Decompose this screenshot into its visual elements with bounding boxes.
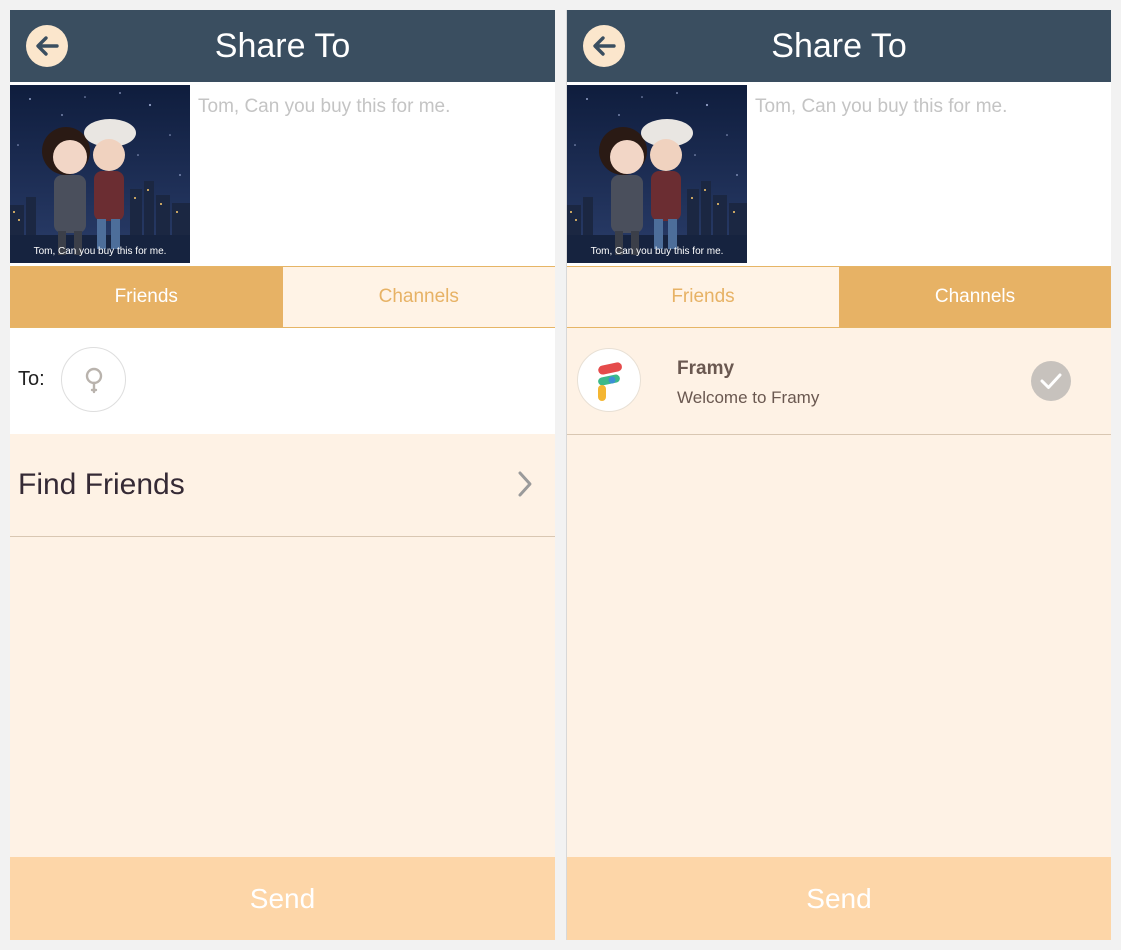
avatar-scene-image [567, 85, 747, 263]
send-button[interactable]: Send [567, 857, 1111, 940]
preview-thumbnail[interactable]: Tom, Can you buy this for me. [567, 85, 747, 263]
share-tabs: Friends Channels [567, 266, 1111, 328]
tab-channels[interactable]: Channels [839, 267, 1111, 327]
thumbnail-caption: Tom, Can you buy this for me. [590, 246, 724, 257]
back-arrow-icon [36, 36, 59, 56]
search-icon [85, 367, 103, 394]
thumbnail-caption: Tom, Can you buy this for me. [33, 246, 167, 257]
avatar [577, 348, 641, 412]
page-title: Share To [771, 27, 907, 65]
message-text[interactable]: Tom, Can you buy this for me. [755, 96, 1007, 118]
page-title: Share To [214, 27, 351, 65]
share-preview: Tom, Can you buy this for me. Tom, Can y… [10, 82, 555, 266]
header: Share To [10, 10, 555, 82]
header: Share To [567, 10, 1111, 82]
back-button[interactable] [26, 25, 68, 67]
check-icon[interactable] [1031, 361, 1071, 401]
back-button[interactable] [583, 25, 625, 67]
empty-content-area [10, 537, 555, 857]
share-preview: Tom, Can you buy this for me. Tom, Can y… [567, 82, 1111, 266]
share-tabs: Friends Channels [10, 266, 555, 328]
share-screen-channels: Share To Tom, Can you buy this for me. T… [566, 10, 1111, 940]
framy-logo-icon [598, 362, 622, 401]
recipient-search-button[interactable] [61, 347, 126, 412]
empty-content-area [567, 435, 1111, 857]
tab-friends[interactable]: Friends [10, 267, 283, 327]
channel-name: Framy [677, 358, 735, 379]
channel-subtitle: Welcome to Framy [677, 388, 820, 407]
tab-friends[interactable]: Friends [567, 267, 839, 327]
chevron-right-icon [518, 471, 532, 497]
send-button[interactable]: Send [10, 857, 555, 940]
back-arrow-icon [593, 36, 616, 56]
recipient-row: To: [10, 328, 555, 435]
tab-channels[interactable]: Channels [282, 267, 555, 327]
channel-item-framy[interactable]: Framy Welcome to Framy [567, 328, 1111, 435]
preview-thumbnail[interactable]: Tom, Can you buy this for me. [10, 85, 190, 263]
message-text[interactable]: Tom, Can you buy this for me. [198, 96, 450, 118]
find-friends-label: Find Friends [18, 468, 185, 501]
to-label: To: [18, 368, 45, 390]
share-screen-friends: Share To Tom, Can you buy this for me. T… [10, 10, 555, 940]
find-friends-row[interactable]: Find Friends [10, 434, 555, 537]
avatar-scene-image [10, 85, 190, 263]
